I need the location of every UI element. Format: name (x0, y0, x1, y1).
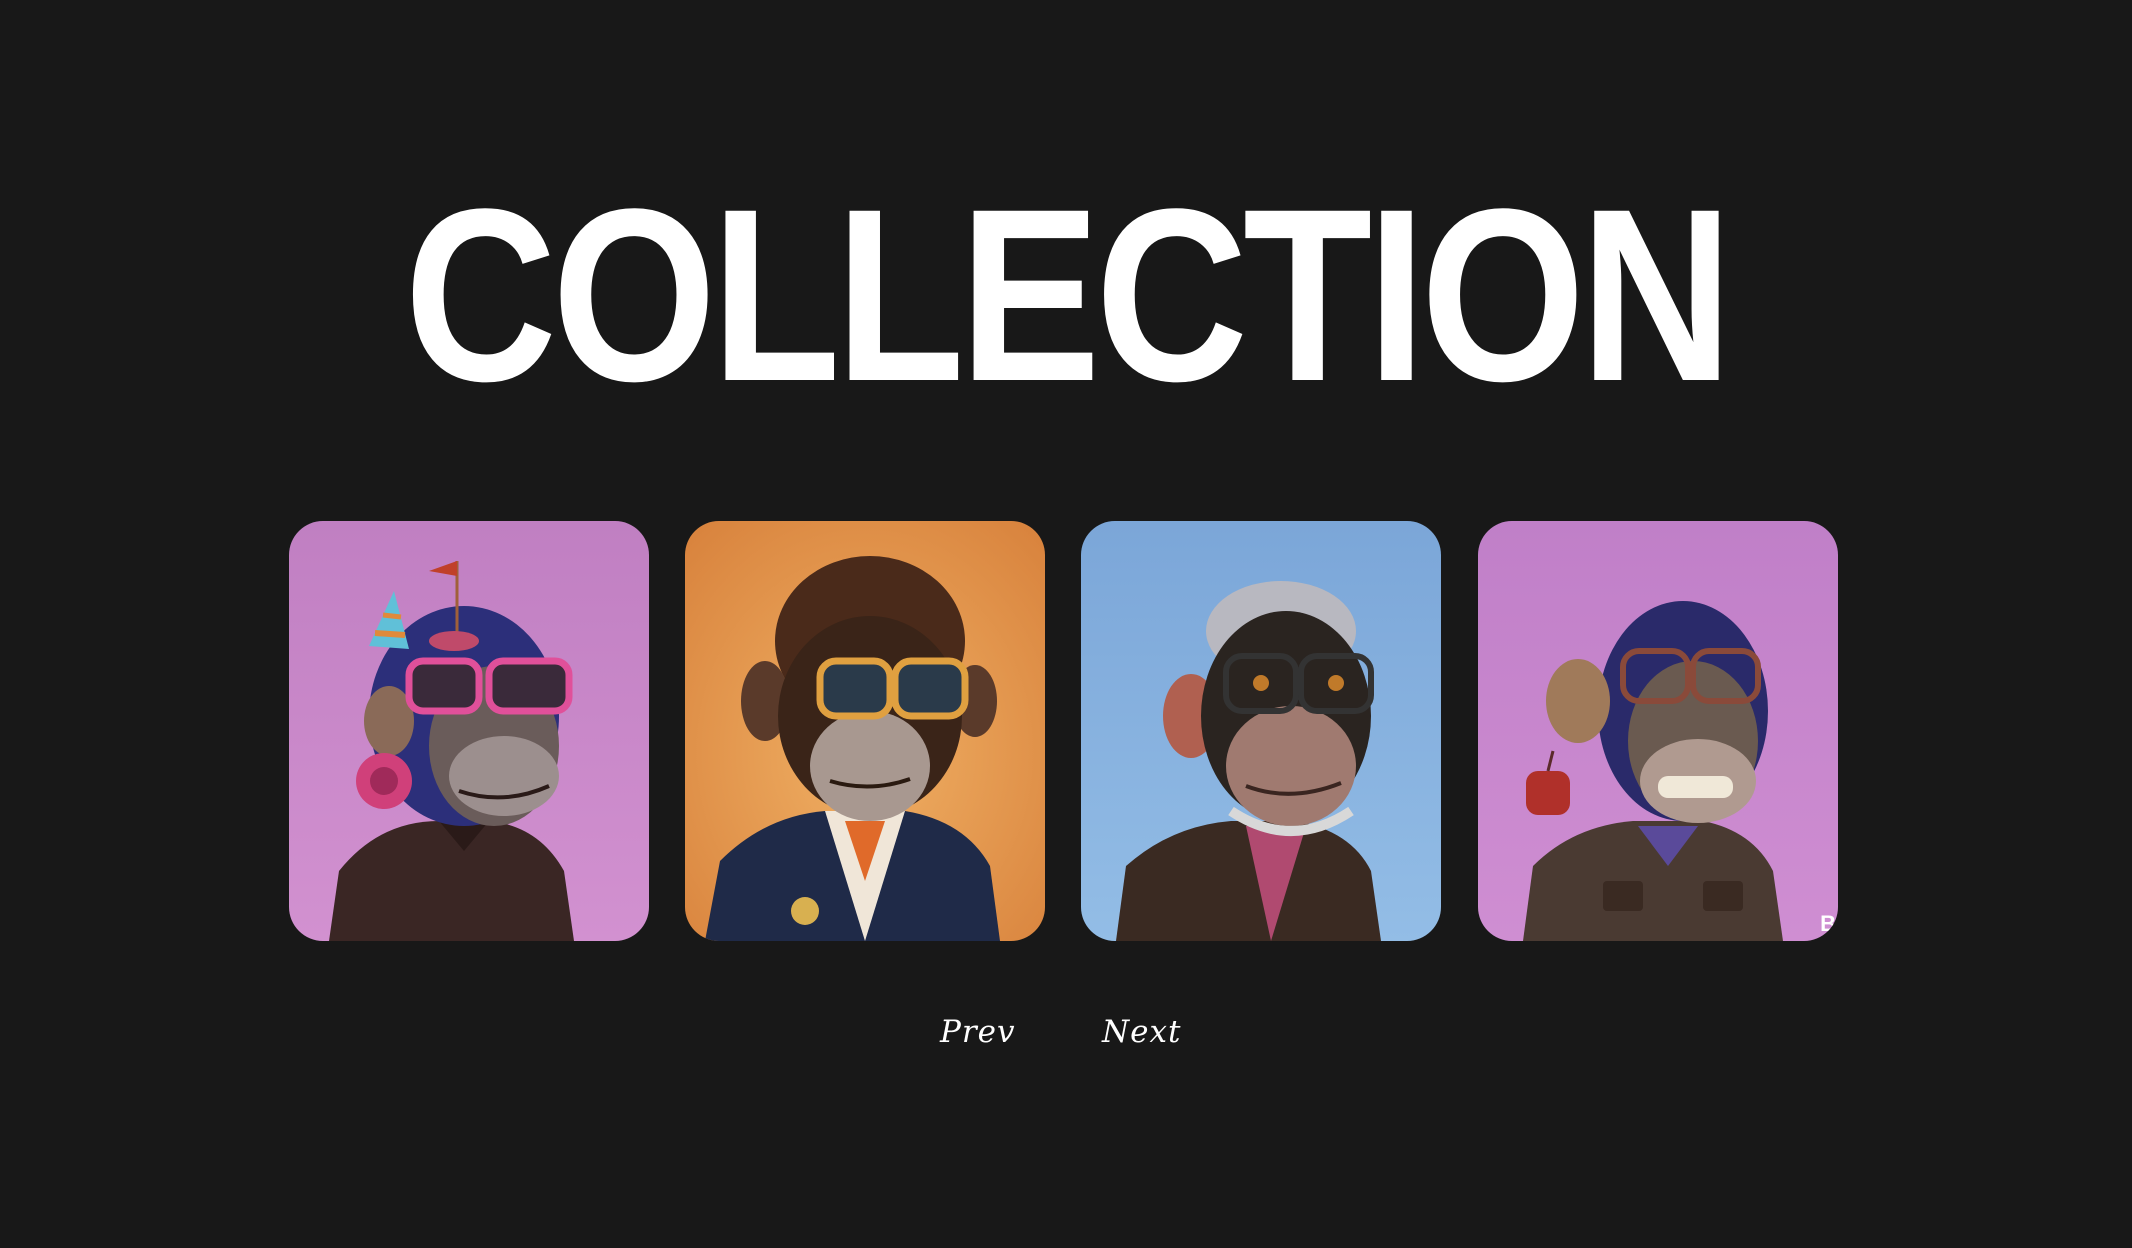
nft-card-4[interactable]: B (1478, 521, 1838, 941)
collection-gallery: B (289, 521, 1838, 941)
ape-portrait-image (289, 521, 649, 941)
prev-button[interactable]: Prev (940, 1010, 1016, 1054)
nft-card-2[interactable] (685, 521, 1045, 941)
page-title: COLLECTION (404, 158, 1733, 433)
next-button[interactable]: Next (1102, 1010, 1181, 1054)
nft-card-1[interactable] (289, 521, 649, 941)
pager: Prev Next (0, 1010, 2132, 1060)
card-badge: B (1820, 911, 1836, 936)
ape-portrait-image (1478, 521, 1838, 941)
nft-card-3[interactable] (1081, 521, 1441, 941)
ape-portrait-image (685, 521, 1045, 941)
ape-portrait-image (1081, 521, 1441, 941)
